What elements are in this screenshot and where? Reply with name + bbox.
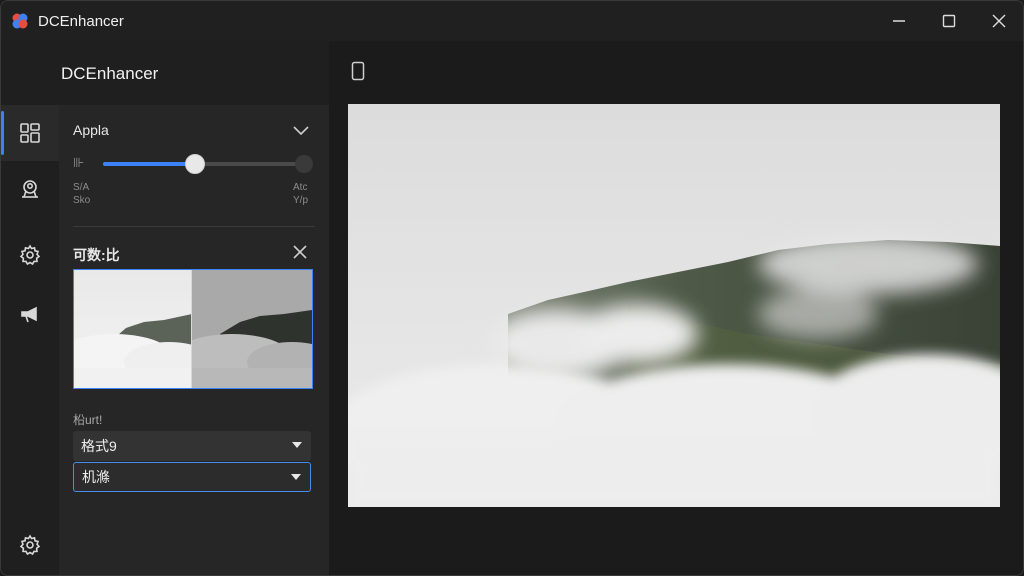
format-select[interactable]: 格式9 [73, 431, 311, 461]
model-select[interactable]: 机滌 [73, 462, 311, 492]
after-image [192, 270, 312, 388]
before-image [74, 270, 192, 388]
slider-min-label-line1: S/A [73, 182, 90, 193]
slider-max-label-line1: Atc [293, 182, 308, 193]
minimize-button[interactable] [875, 1, 923, 41]
minimize-icon [893, 20, 905, 22]
compare-title: 可数:比 [73, 247, 120, 263]
nav-item-profile[interactable] [1, 161, 59, 217]
nav-item-layout[interactable] [1, 105, 59, 161]
slider-fill [103, 162, 195, 166]
slider-icon: ⊪ [73, 155, 85, 170]
slider-min-label-line2: Sko [73, 195, 91, 206]
settings-panel: Appla ⊪ S/A Sko Atc Y/p 可数:比 柗urt! 格式9 机… [59, 105, 329, 575]
profile-icon [22, 180, 38, 198]
section-title: Appla [73, 122, 109, 138]
collapse-button[interactable] [292, 123, 310, 141]
phone-icon [351, 61, 365, 81]
close-icon [992, 14, 1006, 28]
nav-item-bottom-settings[interactable] [1, 517, 59, 573]
format-select-value: 格式9 [81, 438, 117, 454]
preview-image[interactable] [348, 104, 1000, 507]
app-logo-icon [12, 13, 28, 29]
close-icon [293, 245, 307, 259]
maximize-icon [942, 14, 956, 28]
nav-rail [1, 41, 59, 575]
caret-down-icon [292, 442, 302, 448]
app-window: DCEnhancer DCEnhancer Appla ⊪ S/A Sko At… [0, 0, 1024, 576]
app-name: DCEnhancer [61, 64, 159, 83]
chevron-down-icon [293, 126, 309, 136]
layout-grid-icon [20, 123, 40, 143]
compare-close-button[interactable] [293, 245, 307, 264]
device-toggle-button[interactable] [351, 61, 365, 86]
close-button[interactable] [975, 1, 1023, 41]
slider-min-label: S/A Sko [73, 181, 90, 207]
maximize-button[interactable] [925, 1, 973, 41]
title-bar: DCEnhancer [1, 1, 1023, 41]
slider-end-knob [295, 155, 313, 173]
window-title: DCEnhancer [38, 13, 124, 30]
model-select-value: 机滌 [82, 469, 110, 485]
nav-item-announce[interactable] [1, 287, 59, 343]
compare-split-line[interactable] [191, 270, 192, 388]
megaphone-icon [21, 306, 37, 323]
slider-max-label: Atc Y/p [293, 181, 308, 207]
format-label: 柗urt! [73, 413, 103, 427]
settings-gear-icon [19, 534, 41, 556]
gear-icon [19, 244, 41, 266]
nav-item-settings[interactable] [1, 227, 59, 283]
slider-thumb[interactable] [185, 154, 205, 174]
divider [73, 226, 315, 227]
compare-preview[interactable] [73, 269, 313, 389]
caret-down-icon [291, 474, 301, 480]
main-area [329, 41, 1023, 575]
slider-max-label-line2: Y/p [293, 195, 309, 206]
enhance-slider[interactable] [103, 154, 303, 174]
